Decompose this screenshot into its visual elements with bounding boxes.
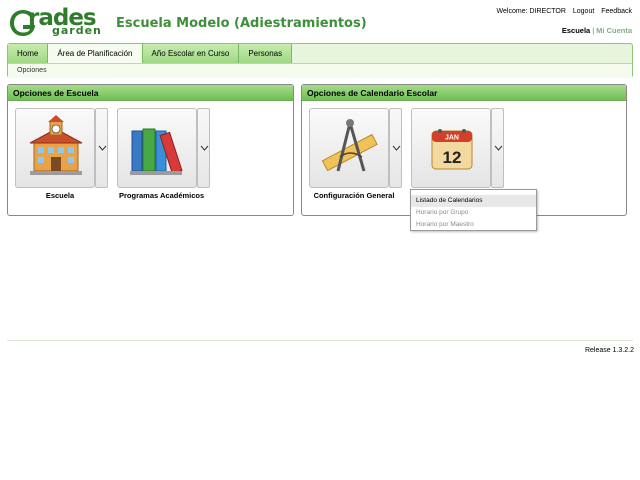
calendario-menu-toggle[interactable]	[491, 108, 504, 188]
programas-academicos-button[interactable]	[117, 108, 197, 188]
configuracion-menu-toggle[interactable]	[389, 108, 402, 188]
menu-item-horario-maestro: Horario por Maestro	[416, 221, 474, 228]
chevron-down-icon	[200, 145, 209, 151]
chevron-down-icon	[494, 145, 503, 151]
chevron-down-icon	[392, 145, 401, 151]
subnav-item-opciones[interactable]: Opciones	[17, 67, 47, 74]
calendar-day-text: 12	[443, 148, 462, 167]
logout-link[interactable]: Logout	[573, 8, 594, 15]
ruler-compass-icon	[321, 119, 378, 172]
nav-tabs: Home Área de Planificación Año Escolar e…	[8, 44, 293, 64]
main-nav: Home Área de Planificación Año Escolar e…	[7, 43, 633, 78]
configuracion-general-button[interactable]	[309, 108, 389, 188]
escuela-button[interactable]	[15, 108, 95, 188]
context-escuela-link[interactable]: Escuela	[562, 26, 590, 35]
context-separator: |	[592, 26, 595, 35]
school-building-icon	[29, 115, 83, 175]
logo-subtext: garden	[52, 24, 102, 37]
welcome-text: Welcome: DIRECTOR	[496, 8, 566, 15]
panel-title: Opciones de Calendario Escolar	[302, 85, 626, 101]
context-mi-cuenta-link[interactable]: Mi Cuenta	[596, 26, 632, 35]
calendar-dropdown-menu: Listado de Calendarios Horario por Grupo…	[410, 189, 537, 231]
school-options-panel: Opciones de Escuela Escuela Programas Ac…	[7, 84, 294, 216]
tile-label: Escuela	[45, 191, 75, 200]
context-switcher: Escuela | Mi Cuenta	[562, 26, 632, 35]
release-version: Release 1.3.2.2	[584, 347, 634, 354]
menu-item-horario-grupo: Horario por Grupo	[416, 209, 469, 216]
tab-personas[interactable]: Personas	[239, 44, 293, 63]
calendar-icon: JAN 12	[431, 129, 473, 170]
programas-menu-toggle[interactable]	[197, 108, 210, 188]
calendar-month-text: JAN	[445, 135, 459, 142]
panel-title: Opciones de Escuela	[8, 85, 293, 101]
menu-item-listado-calendarios[interactable]: Listado de Calendarios	[411, 195, 536, 207]
tile-label: Programas Académicos	[119, 191, 205, 200]
tab-home[interactable]: Home	[8, 44, 49, 63]
subnav: Opciones	[8, 63, 632, 78]
school-title: Escuela Modelo (Adiestramientos)	[116, 16, 367, 31]
footer-divider	[7, 340, 633, 341]
calendario-button[interactable]: JAN 12	[411, 108, 491, 188]
tab-ano-escolar[interactable]: Año Escolar en Curso	[142, 44, 240, 63]
chevron-down-icon	[98, 145, 107, 151]
grades-garden-logo[interactable]: rades garden	[8, 6, 104, 38]
user-links: Welcome: DIRECTOR Logout Feedback	[493, 8, 632, 15]
tile-label: Configuración General	[313, 191, 395, 200]
tab-area-planificacion[interactable]: Área de Planificación	[48, 44, 143, 64]
feedback-link[interactable]: Feedback	[601, 8, 632, 15]
escuela-menu-toggle[interactable]	[95, 108, 108, 188]
books-icon	[130, 128, 183, 175]
